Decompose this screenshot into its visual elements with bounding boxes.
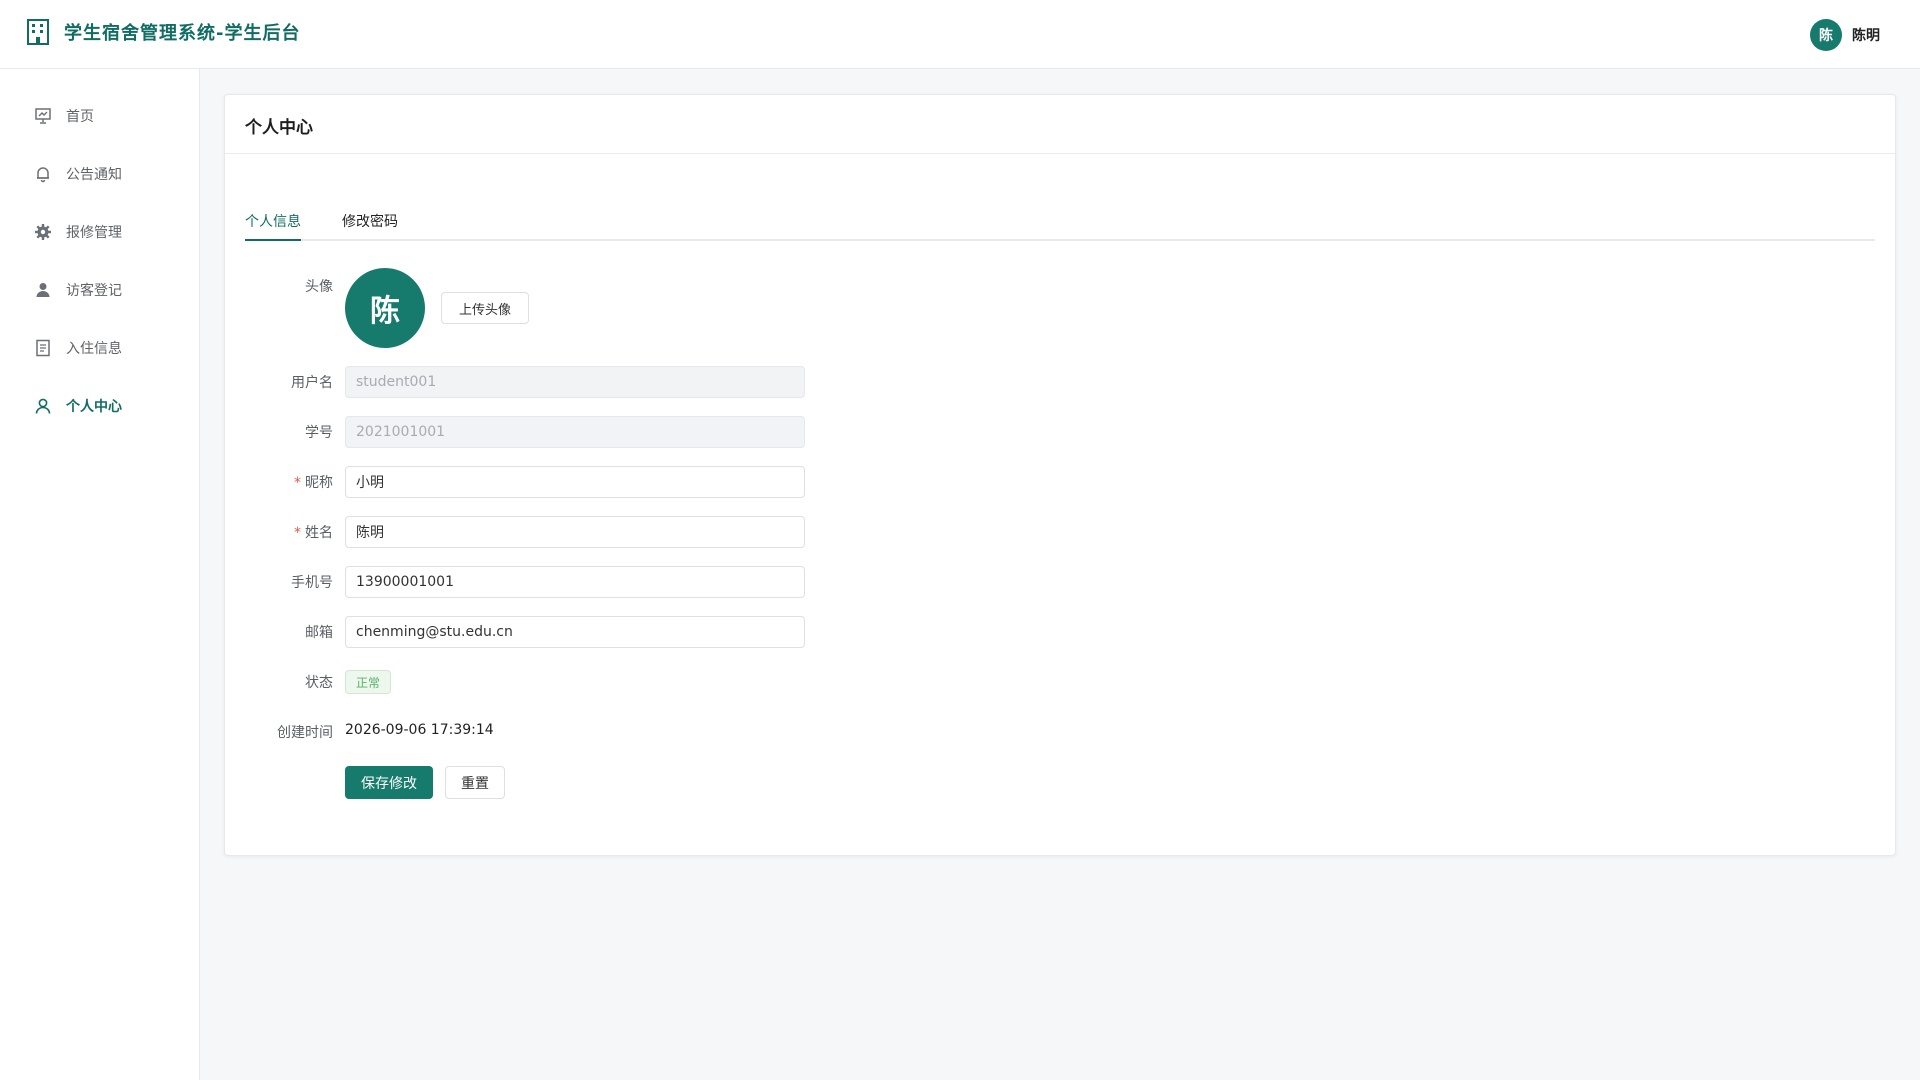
save-button[interactable]: 保存修改 [345, 766, 433, 799]
sidebar-item-label: 个人中心 [66, 399, 122, 415]
created-time-value: 2026-09-06 17:39:14 [345, 722, 494, 738]
nickname-label-text: 昵称 [305, 475, 333, 491]
top-header: 学生宿舍管理系统-学生后台 陈 陈明 [0, 0, 1920, 69]
document-icon [34, 339, 52, 357]
sidebar-item-label: 首页 [66, 109, 94, 125]
email-input[interactable] [345, 616, 805, 648]
student-no-label: 学号 [305, 425, 333, 441]
required-mark: * [294, 525, 301, 541]
sidebar-item-label: 访客登记 [66, 283, 122, 299]
sidebar-item-profile[interactable]: 个人中心 [0, 377, 200, 435]
sidebar-item-label: 报修管理 [66, 225, 122, 241]
real-name-label-text: 姓名 [305, 525, 333, 541]
status-badge: 正常 [345, 670, 392, 694]
bell-icon [34, 165, 52, 183]
user-icon [34, 281, 52, 299]
sidebar-item-label: 入住信息 [66, 341, 122, 357]
required-mark: * [294, 475, 301, 491]
divider [225, 153, 1895, 154]
sidebar-item-visitors[interactable]: 访客登记 [0, 261, 200, 319]
brand: 学生宿舍管理系统-学生后台 [26, 18, 300, 46]
presentation-board-icon [34, 107, 52, 125]
tab-bar: 个人信息 修改密码 [245, 201, 1875, 241]
tab-personal-info[interactable]: 个人信息 [245, 211, 301, 231]
avatar-label: 头像 [305, 279, 333, 295]
sidebar-item-notices[interactable]: 公告通知 [0, 145, 200, 203]
real-name-label: * 姓名 [245, 522, 333, 542]
phone-input[interactable] [345, 566, 805, 598]
username-label: 用户名 [291, 375, 333, 391]
status-label: 状态 [305, 675, 333, 691]
gear-icon [34, 223, 52, 241]
sidebar: 首页 公告通知 报修管理 访客登记 入住信息 个人中心 [0, 69, 200, 1080]
sidebar-item-checkin[interactable]: 入住信息 [0, 319, 200, 377]
app-title: 学生宿舍管理系统-学生后台 [64, 23, 301, 44]
tab-change-password[interactable]: 修改密码 [342, 211, 398, 231]
upload-avatar-button[interactable]: 上传头像 [441, 292, 529, 324]
sidebar-item-label: 公告通知 [66, 167, 122, 183]
reset-button[interactable]: 重置 [445, 766, 505, 799]
real-name-input[interactable] [345, 516, 805, 548]
nickname-input[interactable] [345, 466, 805, 498]
email-label: 邮箱 [305, 625, 333, 641]
phone-label: 手机号 [291, 575, 333, 591]
created-label: 创建时间 [277, 725, 333, 741]
active-tab-indicator [245, 239, 301, 241]
sidebar-item-home[interactable]: 首页 [0, 87, 200, 145]
avatar: 陈 [345, 268, 425, 348]
user-avatar[interactable]: 陈 [1810, 19, 1842, 51]
user-outline-icon [34, 397, 52, 415]
sidebar-item-repairs[interactable]: 报修管理 [0, 203, 200, 261]
page-title: 个人中心 [245, 118, 313, 138]
student-no-input [345, 416, 805, 448]
nickname-label: * 昵称 [245, 472, 333, 492]
username-input [345, 366, 805, 398]
user-name[interactable]: 陈明 [1852, 25, 1880, 45]
building-icon [27, 19, 49, 45]
user-menu[interactable]: 陈 陈明 [1810, 19, 1880, 51]
